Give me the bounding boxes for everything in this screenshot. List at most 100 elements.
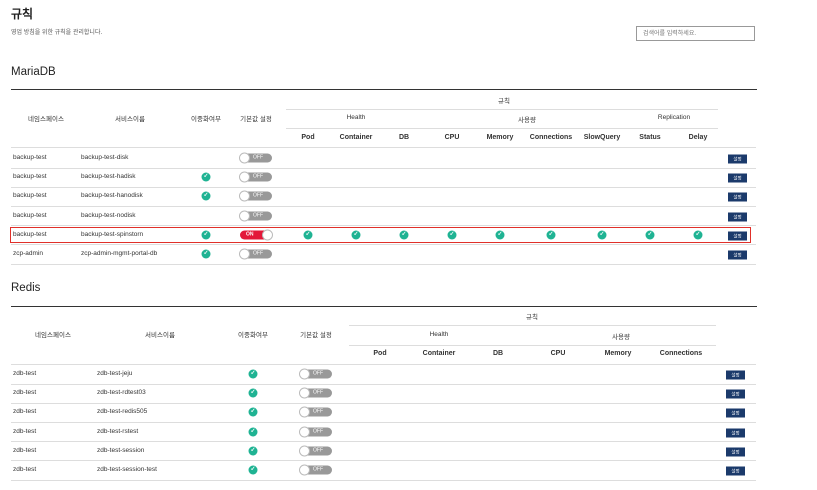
settings-button[interactable]: 설정	[728, 192, 747, 202]
settings-button[interactable]: 설정	[728, 154, 747, 164]
settings-button[interactable]: 설정	[726, 466, 745, 476]
settings-button[interactable]: 설정	[728, 212, 747, 222]
namespace-cell: zdb-test	[13, 408, 37, 416]
toggle-knob	[239, 210, 250, 222]
mariadb-section-rule	[11, 89, 757, 90]
redundancy-check-icon: ✓	[201, 172, 211, 182]
toggle-knob	[299, 426, 310, 438]
namespace-cell: backup-test	[13, 192, 47, 200]
rule-column-header: Container	[339, 134, 373, 141]
service-name-cell: zdb-test-jeju	[97, 370, 133, 377]
redundancy-check-icon: ✓	[201, 249, 211, 259]
default-setting-toggle[interactable]: OFF	[239, 190, 272, 202]
namespace-cell: zcp-admin	[13, 250, 43, 257]
default-setting-toggle[interactable]: OFF	[299, 445, 332, 457]
rules-group-header: 규칙	[526, 314, 538, 321]
namespace-cell: backup-test	[13, 211, 47, 219]
divider	[349, 325, 716, 326]
default-setting-toggle[interactable]: OFF	[239, 171, 272, 183]
rule-column-header: DB	[398, 134, 410, 141]
divider	[286, 128, 718, 129]
settings-button[interactable]: 설정	[726, 408, 745, 418]
divider	[11, 441, 756, 443]
divider	[11, 383, 756, 385]
rule-column-header: Pod	[301, 134, 315, 141]
service-name-cell: zcp-admin-mgmt-portal-db	[81, 250, 158, 257]
divider	[349, 345, 716, 346]
default-setting-toggle[interactable]: OFF	[239, 248, 272, 260]
toggle-state-label: OFF	[253, 173, 263, 180]
service-name-cell: zdb-test-session-test	[97, 466, 157, 473]
service-name-cell: zdb-test-redis505	[97, 408, 148, 416]
divider	[11, 263, 756, 265]
page-title: 규칙	[11, 7, 34, 21]
settings-button[interactable]: 설정	[728, 173, 747, 183]
default-setting-toggle[interactable]: OFF	[239, 210, 272, 222]
redundancy-check-icon: ✓	[248, 427, 258, 437]
divider	[11, 186, 756, 188]
namespace-cell: zdb-test	[13, 389, 37, 397]
rule-column-header: Connections	[659, 350, 703, 357]
health-group-header: Health	[346, 114, 366, 121]
toggle-state-label: OFF	[313, 447, 323, 454]
redundancy-check-icon: ✓	[201, 191, 211, 201]
toggle-knob	[299, 368, 310, 380]
divider	[11, 244, 756, 246]
service-column-header: 서비스이름	[115, 116, 145, 123]
toggle-state-label: OFF	[253, 212, 263, 219]
toggle-state-label: OFF	[313, 389, 323, 396]
rule-column-header: DB	[492, 350, 504, 357]
default-setting-toggle[interactable]: OFF	[299, 464, 332, 476]
divider	[11, 147, 756, 148]
namespace-cell: zdb-test	[13, 466, 37, 473]
rule-column-header: Delay	[688, 134, 708, 141]
rule-column-header: Memory	[604, 350, 632, 357]
service-name-cell: backup-test-hadisk	[81, 173, 136, 181]
namespace-cell: zdb-test	[13, 370, 37, 377]
default-setting-toggle[interactable]: OFF	[299, 368, 332, 380]
settings-button[interactable]: 설정	[726, 428, 745, 438]
rule-column-header: SlowQuery	[583, 134, 621, 141]
toggle-state-label: OFF	[253, 154, 263, 161]
redundancy-check-icon: ✓	[248, 446, 258, 456]
divider	[11, 402, 756, 404]
rule-column-header: CPU	[444, 134, 460, 141]
divider	[11, 422, 756, 423]
namespace-cell: backup-test	[13, 154, 47, 161]
settings-button[interactable]: 설정	[728, 250, 747, 260]
service-name-cell: zdb-test-rdtest03	[97, 389, 146, 397]
toggle-state-label: OFF	[313, 466, 323, 473]
usage-group-header: 사용량	[518, 117, 536, 124]
usage-group-header: 사용량	[612, 334, 630, 341]
redundancy-check-icon: ✓	[248, 407, 258, 417]
default-setting-toggle[interactable]: OFF	[239, 152, 272, 164]
toggle-knob	[299, 406, 310, 418]
rules-group-header: 규칙	[498, 98, 510, 105]
rule-column-header: Container	[422, 350, 456, 357]
rule-column-header: Memory	[486, 134, 514, 141]
search-input[interactable]	[636, 26, 755, 41]
rule-column-header: Connections	[529, 134, 573, 141]
default-setting-toggle[interactable]: OFF	[299, 406, 332, 418]
toggle-state-label: OFF	[313, 370, 323, 377]
default-setting-toggle[interactable]: OFF	[299, 426, 332, 438]
toggle-state-label: OFF	[313, 428, 323, 435]
replication-group-header: Replication	[657, 114, 691, 121]
settings-button[interactable]: 설정	[726, 370, 745, 380]
settings-button[interactable]: 설정	[726, 447, 745, 457]
redundancy-column-header: 이중화여부	[238, 332, 268, 339]
namespace-cell: zdb-test	[13, 446, 37, 454]
page-description: 영업 방침을 위한 규칙을 관리합니다.	[11, 30, 103, 36]
redundancy-column-header: 이중화여부	[191, 116, 221, 123]
namespace-cell: zdb-test	[13, 427, 37, 435]
toggle-state-label: OFF	[253, 192, 263, 199]
rule-column-header: Status	[639, 134, 661, 141]
namespace-column-header: 네임스페이스	[35, 332, 71, 339]
service-name-cell: backup-test-nodisk	[81, 211, 136, 219]
default-setting-toggle[interactable]: OFF	[299, 387, 332, 399]
default-setting-column-header: 기본값 설정	[300, 332, 332, 339]
toggle-knob	[299, 387, 310, 399]
redis-section-title: Redis	[11, 282, 41, 294]
rule-column-header: CPU	[550, 350, 566, 357]
settings-button[interactable]: 설정	[726, 389, 745, 399]
